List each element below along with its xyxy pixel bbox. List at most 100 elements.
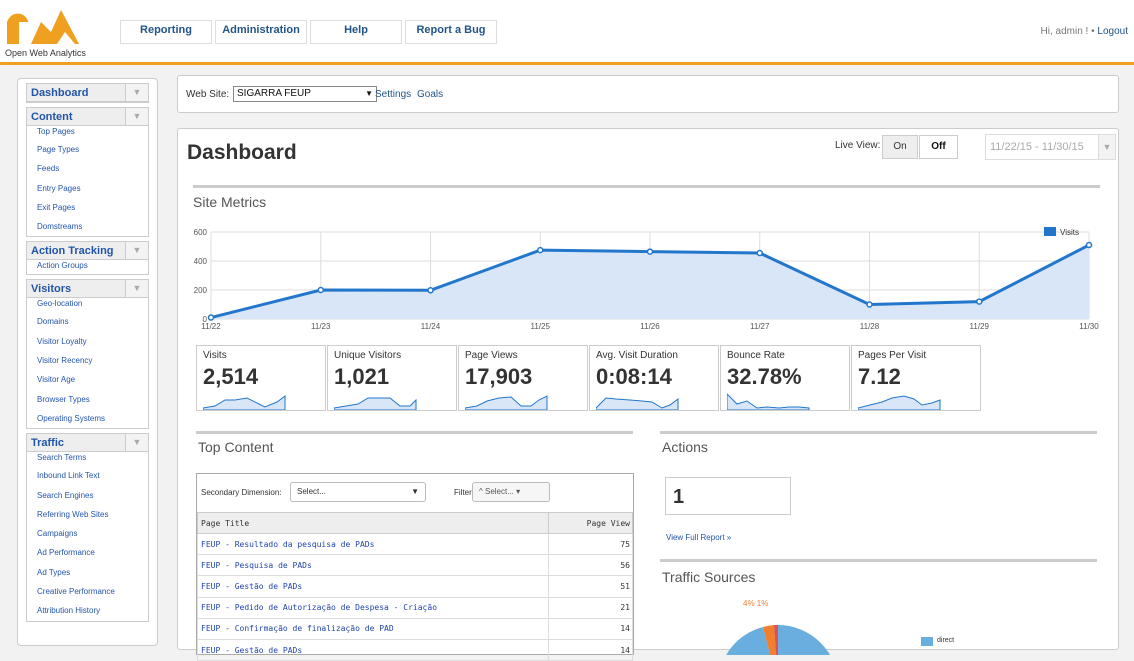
sidebar-item-domstreams[interactable]: Domstreams (27, 217, 148, 236)
metric-tile-bounce-rate: Bounce Rate 32.78% (720, 345, 850, 411)
x-tick-label: 11/27 (750, 322, 770, 331)
series-area (211, 245, 1089, 319)
nav-reporting[interactable]: Reporting (120, 20, 212, 44)
sidebar-item-campaigns[interactable]: Campaigns (27, 524, 148, 543)
sidebar-item-inbound-link-text[interactable]: Inbound Link Text (27, 466, 148, 485)
sidebar-item-operating-systems[interactable]: Operating Systems (27, 409, 148, 428)
divider (196, 431, 633, 434)
legend-swatch-direct (921, 637, 933, 646)
data-point[interactable] (207, 314, 215, 321)
data-point[interactable] (976, 298, 983, 305)
website-select[interactable]: SIGARRA FEUP ▼ (233, 86, 377, 102)
collapse-arrow-icon[interactable]: ▼ (125, 434, 148, 452)
sidebar-section-header[interactable]: Content ▼ (27, 108, 148, 126)
sidebar-item-creative-performance[interactable]: Creative Performance (27, 582, 148, 601)
collapse-arrow-icon[interactable]: ▼ (125, 242, 148, 260)
live-view-on-button[interactable]: On (882, 135, 918, 159)
y-tick-label: 200 (194, 286, 208, 295)
live-view-off-button[interactable]: Off (919, 135, 958, 159)
metric-sparkline (727, 393, 810, 410)
page-title-link[interactable]: FEUP - Pesquisa de PADs (197, 554, 549, 577)
x-tick-label: 11/26 (640, 322, 660, 331)
metric-value: 1,021 (334, 364, 390, 389)
secondary-dimension-select[interactable]: Select... ▼ (290, 482, 426, 502)
sidebar-item-geo-location[interactable]: Geo-location (27, 298, 148, 312)
metric-value: 7.12 (858, 364, 901, 389)
sidebar-item-search-terms[interactable]: Search Terms (27, 452, 148, 466)
sidebar-item-attribution-history[interactable]: Attribution History (27, 601, 148, 620)
page-views-value: 14 (548, 638, 633, 661)
site-metrics-chart: 020040060011/22 11/23 11/24 11/25 11/26 11/27… (194, 227, 1099, 331)
sidebar-item-visitor-loyalty[interactable]: Visitor Loyalty (27, 332, 148, 351)
data-point[interactable] (646, 248, 654, 255)
view-full-report-link[interactable]: View Full Report » (666, 533, 731, 542)
sidebar-section-header[interactable]: Action Tracking ▼ (27, 242, 148, 261)
metric-label: Page Views (465, 350, 518, 361)
divider (193, 185, 1100, 188)
sidebar-item-search-engines[interactable]: Search Engines (27, 486, 148, 505)
website-select-value: SIGARRA FEUP (237, 88, 311, 99)
sidebar-section-title: Action Tracking (31, 245, 114, 258)
goals-link[interactable]: Goals (417, 89, 443, 100)
legend-swatch-visits (1044, 227, 1056, 236)
metric-tile-visits: Visits 2,514 (196, 345, 326, 411)
nav-report-bug[interactable]: Report a Bug (405, 20, 497, 44)
traffic-sources-pie-labels: 4% 1% (743, 599, 769, 608)
sidebar-item-exit-pages[interactable]: Exit Pages (27, 198, 148, 217)
data-point[interactable] (317, 286, 324, 294)
traffic-sources-pie-chart (726, 625, 830, 655)
nav-administration[interactable]: Administration (215, 20, 307, 44)
data-point[interactable] (1085, 241, 1093, 249)
sidebar-item-top-pages[interactable]: Top Pages (27, 126, 148, 140)
x-tick-label: 11/24 (421, 322, 441, 331)
page-title: Dashboard (187, 141, 297, 164)
collapse-arrow-icon[interactable]: ▼ (125, 280, 148, 298)
sidebar-item-entry-pages[interactable]: Entry Pages (27, 179, 148, 198)
page-title-link[interactable]: FEUP - Gestão de PADs (197, 575, 549, 598)
metric-tile-pages-per-visit: Pages Per Visit 7.12 (851, 345, 981, 411)
metric-sparkline (858, 395, 941, 410)
settings-link[interactable]: Settings (375, 89, 411, 100)
sidebar-section-header[interactable]: Visitors ▼ (27, 280, 148, 299)
collapse-arrow-icon[interactable]: ▼ (125, 84, 148, 101)
sidebar-item-action-groups[interactable]: Action Groups (27, 260, 148, 274)
sidebar: Dashboard ▼ Content ▼ Top Pages Page Types Fee… (17, 78, 158, 646)
collapse-arrow-icon[interactable]: ▼ (125, 108, 148, 125)
sidebar-item-page-types[interactable]: Page Types (27, 140, 148, 159)
sidebar-item-ad-types[interactable]: Ad Types (27, 563, 148, 582)
column-header-page-title[interactable]: Page Title (197, 512, 549, 534)
page-title-link[interactable]: FEUP - Pedido de Autorização de Despesa … (197, 596, 549, 619)
sidebar-item-ad-performance[interactable]: Ad Performance (27, 543, 148, 562)
logout-link[interactable]: Logout (1097, 26, 1128, 37)
y-tick-label: 600 (194, 228, 208, 237)
page-title-link[interactable]: FEUP - Resultado da pesquisa de PADs (197, 532, 549, 556)
data-point[interactable] (866, 301, 873, 308)
page-views-value: 21 (548, 596, 633, 619)
sidebar-section-header[interactable]: Traffic ▼ (27, 434, 148, 453)
sidebar-item-visitor-age[interactable]: Visitor Age (27, 370, 148, 389)
dropdown-arrow-icon: ▼ (365, 89, 373, 98)
sidebar-item-visitor-recency[interactable]: Visitor Recency (27, 351, 148, 370)
x-tick-label: 11/29 (970, 322, 990, 331)
owa-logo[interactable]: Open Web Analytics (5, 4, 95, 60)
sidebar-item-feeds[interactable]: Feeds (27, 159, 148, 178)
sidebar-item-domains[interactable]: Domains (27, 312, 148, 331)
page-title-link[interactable]: FEUP - Gestão de PADs (197, 638, 549, 661)
x-tick-label: 11/28 (860, 322, 880, 331)
top-content-table-box: Secondary Dimension: Select... ▼ Filter:… (196, 473, 634, 661)
sidebar-section-header[interactable]: Dashboard ▼ (27, 84, 148, 102)
pie-slice-direct (778, 625, 830, 655)
sidebar-item-referring-web-sites[interactable]: Referring Web Sites (27, 505, 148, 524)
nav-help[interactable]: Help (310, 20, 402, 44)
filter-select[interactable]: ^ Select... ▾ (472, 482, 550, 502)
dropdown-arrow-icon: ▼ (1098, 135, 1115, 159)
date-range-picker[interactable]: 11/22/15 - 11/30/15 ▼ (985, 134, 1116, 160)
sidebar-item-browser-types[interactable]: Browser Types (27, 390, 148, 409)
data-point[interactable] (537, 246, 544, 254)
sidebar-section-title: Traffic (31, 437, 65, 450)
page-title-link[interactable]: FEUP - Confirmação de finalização de PAD (197, 617, 549, 640)
metric-tile-unique-visitors: Unique Visitors 1,021 (327, 345, 457, 411)
data-point[interactable] (427, 287, 434, 294)
data-point[interactable] (756, 249, 763, 257)
column-header-page-views[interactable]: Page View (548, 512, 633, 534)
